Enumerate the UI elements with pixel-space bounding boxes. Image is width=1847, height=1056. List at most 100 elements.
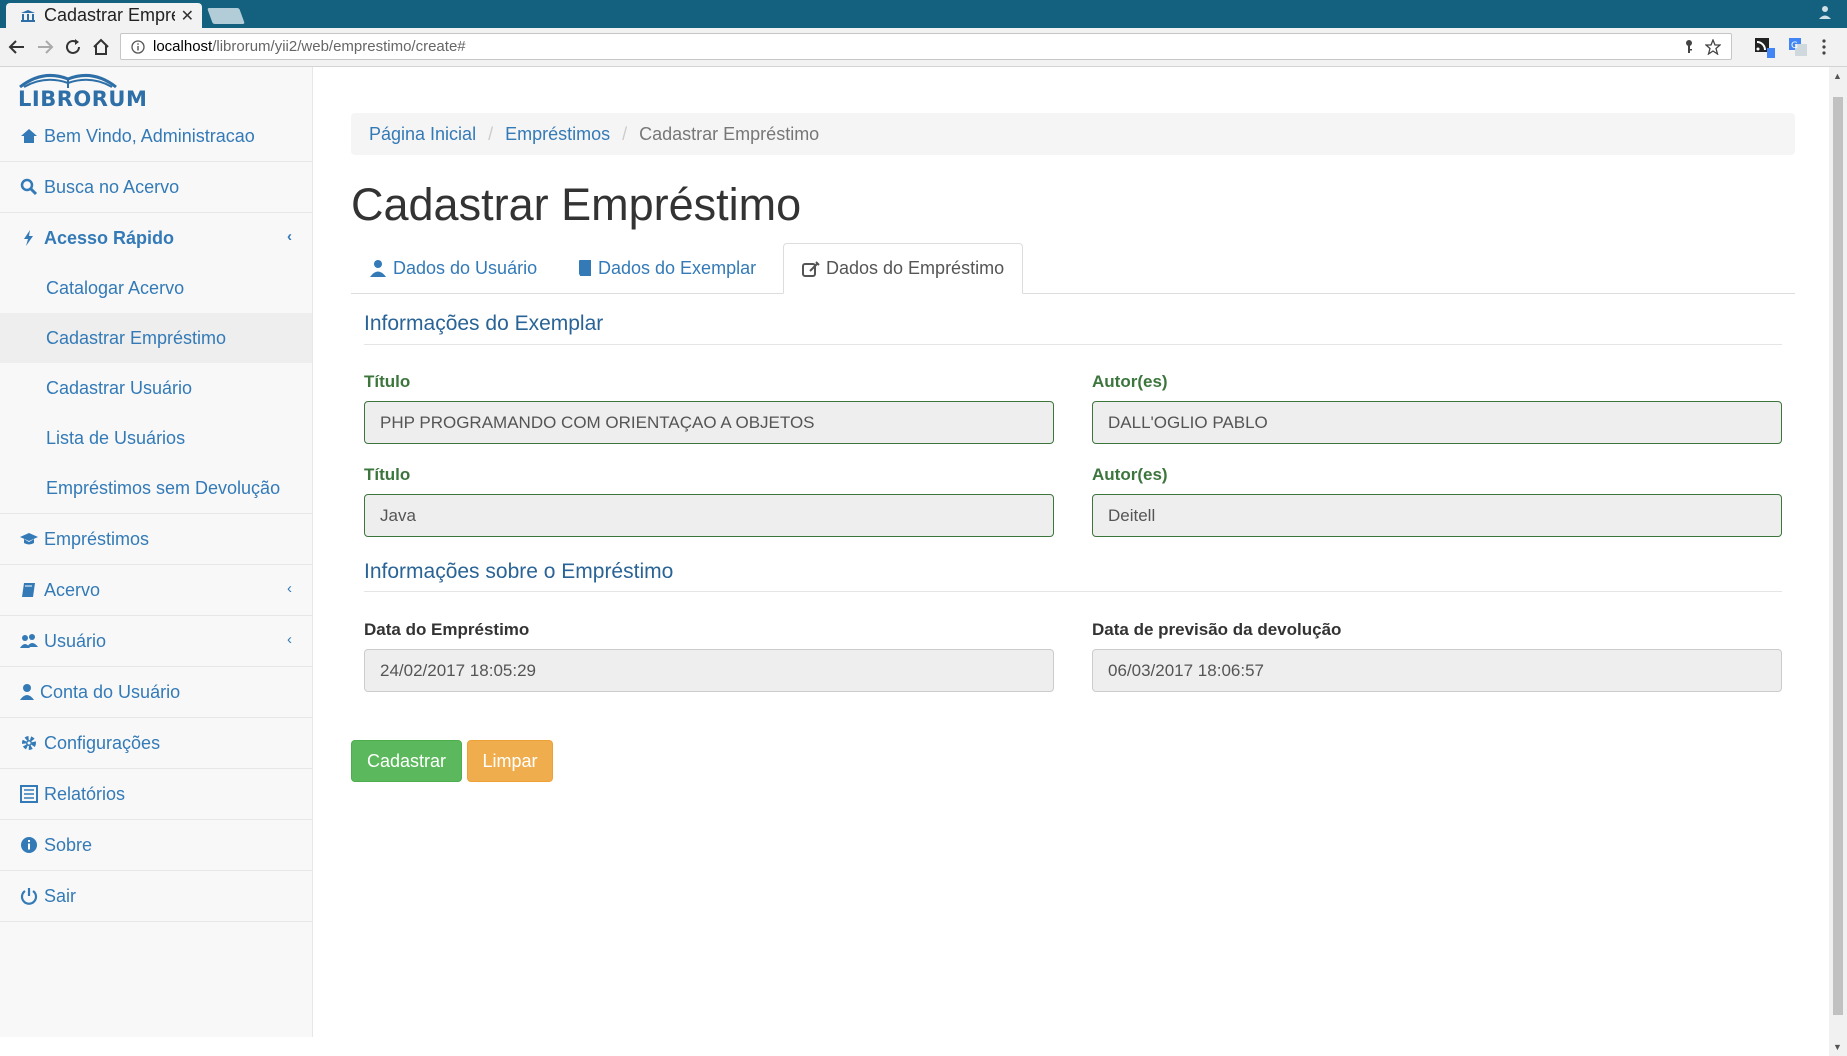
cadastrar-button[interactable]: Cadastrar: [351, 740, 462, 782]
list-icon: [20, 785, 38, 803]
open-book-logo-icon: [19, 73, 117, 89]
breadcrumb-separator: /: [488, 123, 494, 144]
sidebar-subitem-catalogar[interactable]: Catalogar Acervo: [0, 263, 312, 313]
sidebar: LIBRORUM Bem Vindo, Administracao Busca …: [0, 67, 313, 1037]
browser-tab-strip: Cadastrar Empréstimo ✕: [0, 0, 1847, 28]
browser-toolbar: localhost /librorum/yii2/web/emprestimo/…: [0, 28, 1847, 67]
sidebar-item-busca[interactable]: Busca no Acervo: [0, 162, 312, 213]
titulo-field[interactable]: PHP PROGRAMANDO COM ORIENTAÇAO A OBJETOS: [364, 401, 1054, 444]
autor-label: Autor(es): [1092, 372, 1168, 391]
breadcrumb-separator: /: [622, 123, 628, 144]
reload-icon[interactable]: [62, 36, 84, 58]
edit-icon: [802, 260, 820, 277]
sidebar-item-label: Acervo: [44, 579, 101, 600]
users-icon: [20, 634, 38, 648]
svg-text:G: G: [1791, 41, 1798, 51]
titulo-label: Título: [364, 372, 411, 391]
sidebar-item-acervo[interactable]: Acervo ‹: [0, 565, 312, 616]
scroll-up-icon[interactable]: ▲: [1833, 71, 1842, 81]
limpar-button[interactable]: Limpar: [467, 740, 553, 782]
titulo-label: Título: [364, 465, 411, 484]
breadcrumb-current: Cadastrar Empréstimo: [639, 123, 820, 144]
sidebar-item-emprestimos[interactable]: Empréstimos: [0, 514, 312, 565]
scrollbar-thumb[interactable]: [1833, 97, 1843, 1015]
section-title-exemplar: Informações do Exemplar: [364, 312, 604, 335]
sidebar-item-label: Configurações: [44, 732, 161, 753]
autor-field[interactable]: Deitell: [1092, 494, 1782, 537]
sidebar-item-relatorios[interactable]: Relatórios: [0, 769, 312, 820]
sidebar-item-conta[interactable]: Conta do Usuário: [0, 667, 312, 718]
section-divider: [364, 344, 1782, 345]
sidebar-item-label: Empréstimos: [44, 528, 150, 549]
chevron-left-icon: ‹: [287, 580, 292, 597]
sidebar-item-label: Relatórios: [44, 783, 126, 804]
sidebar-item-configuracoes[interactable]: Configurações: [0, 718, 312, 769]
book-icon: [579, 260, 591, 276]
graduation-cap-icon: [20, 533, 38, 545]
data-previsao-field[interactable]: 06/03/2017 18:06:57: [1092, 649, 1782, 692]
sidebar-item-usuario[interactable]: Usuário ‹: [0, 616, 312, 667]
key-icon[interactable]: [1683, 39, 1695, 55]
form-tabs: Dados do Usuário Dados do Exemplar Dados…: [351, 243, 1795, 294]
profile-icon[interactable]: [1817, 4, 1833, 20]
book-icon: [22, 583, 35, 597]
url-host: localhost: [153, 38, 213, 55]
data-previsao-label: Data de previsão da devolução: [1092, 620, 1342, 639]
more-menu-icon[interactable]: [1821, 38, 1827, 56]
sidebar-item-sobre[interactable]: Sobre: [0, 820, 312, 871]
user-icon: [370, 260, 386, 277]
page-title: Cadastrar Empréstimo: [351, 179, 802, 230]
back-arrow-icon[interactable]: [6, 36, 28, 58]
sidebar-item-label: Usuário: [44, 630, 107, 651]
breadcrumb-home-link[interactable]: Página Inicial: [369, 124, 476, 145]
section-title-emprestimo: Informações sobre o Empréstimo: [364, 560, 674, 583]
tab-dados-emprestimo[interactable]: Dados do Empréstimo: [783, 243, 1024, 294]
sidebar-subitem-cadastrar-emprestimo[interactable]: Cadastrar Empréstimo: [0, 313, 312, 363]
sidebar-item-label: Conta do Usuário: [40, 681, 181, 702]
address-bar[interactable]: localhost /librorum/yii2/web/emprestimo/…: [120, 33, 1732, 60]
user-icon: [20, 684, 34, 700]
sidebar-item-label: Sobre: [44, 834, 93, 855]
chevron-left-icon: ‹: [287, 228, 292, 245]
breadcrumb-emprestimos-link[interactable]: Empréstimos: [505, 124, 610, 145]
sidebar-subitem-lista-usuarios[interactable]: Lista de Usuários: [0, 413, 312, 463]
tab-dados-exemplar[interactable]: Dados do Exemplar: [560, 243, 774, 293]
section-divider: [364, 591, 1782, 592]
power-icon: [20, 888, 38, 905]
url-path: /librorum/yii2/web/emprestimo/create#: [212, 38, 466, 55]
browser-tab-title: Cadastrar Empréstimo: [44, 5, 175, 25]
info-circle-icon[interactable]: [131, 39, 145, 54]
librorum-logo[interactable]: LIBRORUM: [18, 67, 147, 111]
scroll-down-icon[interactable]: ▼: [1833, 1042, 1842, 1052]
sidebar-item-welcome[interactable]: Bem Vindo, Administracao: [0, 111, 312, 162]
autor-label: Autor(es): [1092, 465, 1168, 484]
tab-label: Dados do Exemplar: [598, 257, 757, 278]
tab-label: Dados do Usuário: [393, 257, 538, 278]
close-tab-icon[interactable]: ✕: [181, 6, 194, 26]
logo-text: LIBRORUM: [18, 87, 148, 111]
tab-label: Dados do Empréstimo: [826, 258, 1005, 278]
sidebar-item-sair[interactable]: Sair: [0, 871, 312, 922]
bookmark-star-icon[interactable]: [1705, 38, 1721, 55]
sidebar-subitem-emprestimos-sem-devolucao[interactable]: Empréstimos sem Devolução: [0, 463, 312, 513]
data-emprestimo-field[interactable]: 24/02/2017 18:05:29: [364, 649, 1054, 692]
page: LIBRORUM Bem Vindo, Administracao Busca …: [0, 67, 1829, 1037]
sidebar-item-acesso-rapido[interactable]: Acesso Rápido ‹: [0, 213, 312, 263]
sidebar-item-label: Busca no Acervo: [44, 176, 180, 197]
new-tab-button[interactable]: [207, 8, 245, 24]
sidebar-item-label: Bem Vindo, Administracao: [44, 125, 255, 146]
tab-dados-usuario[interactable]: Dados do Usuário: [351, 243, 555, 293]
titulo-field[interactable]: Java: [364, 494, 1054, 537]
info-icon: [21, 837, 37, 853]
browser-tab[interactable]: Cadastrar Empréstimo ✕: [6, 3, 202, 28]
search-icon: [20, 178, 38, 196]
chevron-left-icon: ‹: [287, 631, 292, 648]
translate-extension-icon[interactable]: G: [1789, 38, 1807, 56]
forward-arrow-icon[interactable]: [34, 36, 56, 58]
page-scrollbar[interactable]: ▲ ▼: [1829, 67, 1847, 1056]
sidebar-item-label: Acesso Rápido: [44, 227, 175, 248]
rss-extension-icon[interactable]: [1755, 38, 1775, 58]
autor-field[interactable]: DALL'OGLIO PABLO: [1092, 401, 1782, 444]
home-button-icon[interactable]: [90, 36, 112, 58]
sidebar-subitem-cadastrar-usuario[interactable]: Cadastrar Usuário: [0, 363, 312, 413]
